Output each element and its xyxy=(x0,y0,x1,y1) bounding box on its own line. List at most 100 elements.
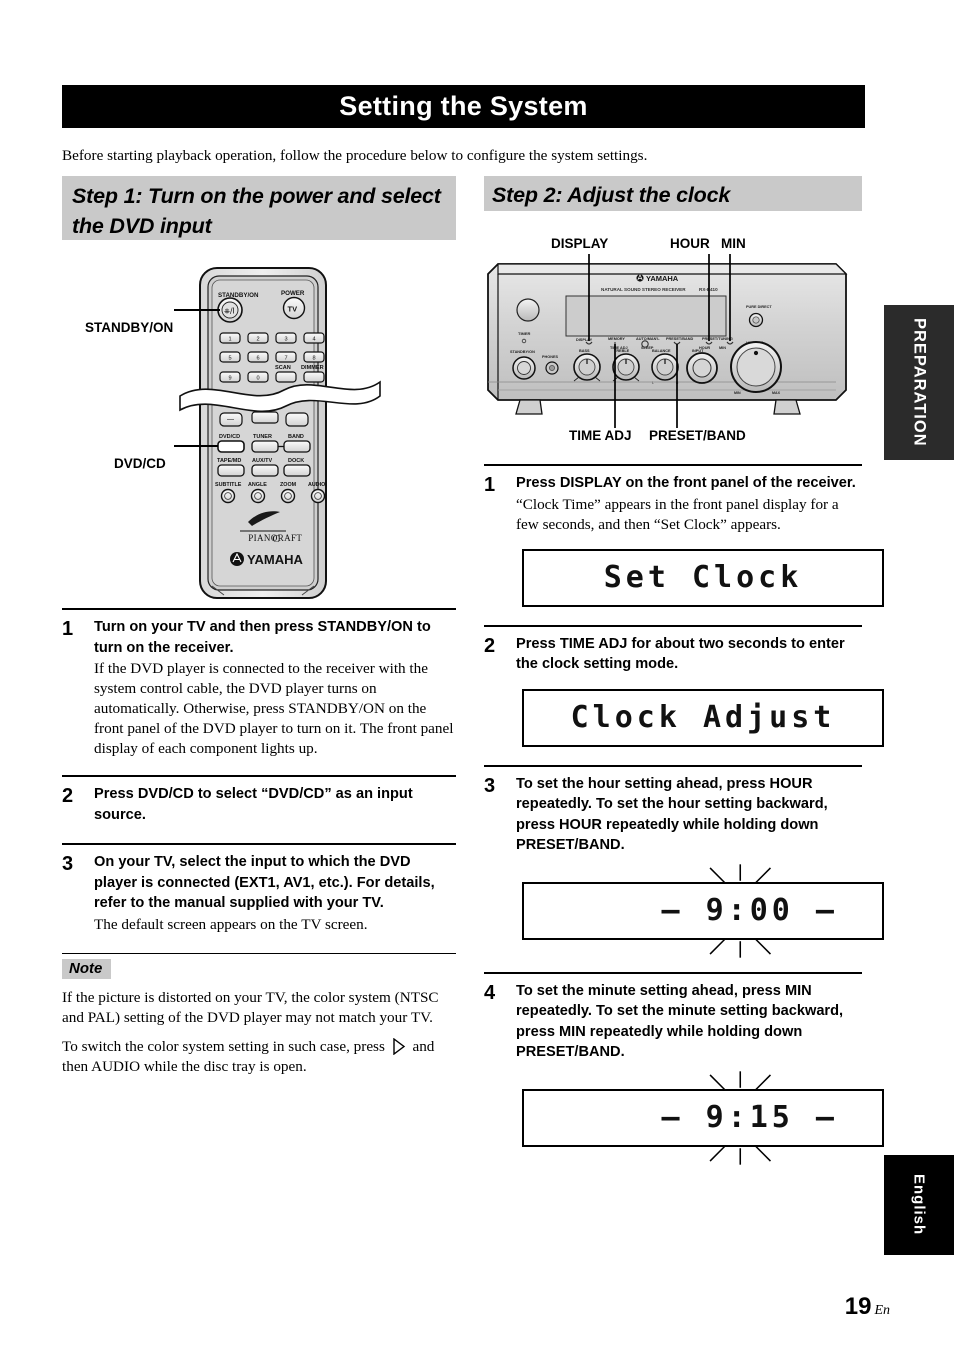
svg-text:C: C xyxy=(272,533,279,545)
step2-item-1: 1 Press DISPLAY on the front panel of th… xyxy=(484,464,884,611)
svg-text:TREBLE: TREBLE xyxy=(614,349,630,353)
svg-text:AUX/TV: AUX/TV xyxy=(252,458,273,464)
svg-text:3: 3 xyxy=(284,337,287,343)
callout-dvd-cd: DVD/CD xyxy=(114,456,166,471)
svg-text:YAMAHA: YAMAHA xyxy=(247,552,303,567)
callout-time-adj: TIME ADJ xyxy=(569,428,632,443)
lcd-display-hour: – 9:00 – xyxy=(522,881,884,940)
svg-text:DOCK: DOCK xyxy=(288,458,304,464)
svg-text:STANDBY/ON: STANDBY/ON xyxy=(510,350,535,354)
right-column: YAMAHA NATURAL SOUND STEREO RECEIVER RX-… xyxy=(484,232,884,1165)
note-paragraph-1: If the picture is distorted on your TV, … xyxy=(62,988,439,1026)
svg-text:RAFT: RAFT xyxy=(278,533,303,543)
note-p2-before: To switch the color system setting in su… xyxy=(62,1037,385,1055)
svg-text:BASS: BASS xyxy=(579,349,590,353)
step1-item-1-lead: Turn on your TV and then press STANDBY/O… xyxy=(94,619,431,656)
page-title: Setting the System xyxy=(339,91,588,121)
page-footer: 19 En xyxy=(0,1293,890,1321)
intro-paragraph: Before starting playback operation, foll… xyxy=(62,147,648,164)
note-paragraph-2: To switch the color system setting in su… xyxy=(62,1037,456,1077)
note-block: Note If the picture is distorted on your… xyxy=(62,952,456,1077)
step2-item-3-lead: To set the hour setting ahead, press HOU… xyxy=(516,775,828,854)
step1-item-1-number: 1 xyxy=(62,618,74,640)
svg-text:DISPLAY: DISPLAY xyxy=(576,338,593,342)
step1-item-1: 1 Turn on your TV and then press STANDBY… xyxy=(62,608,456,759)
svg-text:TUNER: TUNER xyxy=(253,434,272,440)
lcd-text-1: Set Clock xyxy=(603,560,803,595)
step1-item-3-number: 3 xyxy=(62,853,74,875)
step2-item-4-number: 4 xyxy=(484,981,496,1004)
step2-item-4-lead: To set the minute setting ahead, press M… xyxy=(516,982,844,1061)
svg-text:YAMAHA: YAMAHA xyxy=(646,274,679,283)
step2-item-2: 2 Press TIME ADJ for about two seconds t… xyxy=(484,624,884,751)
svg-text:TV: TV xyxy=(288,305,298,314)
step2-item-3-number: 3 xyxy=(484,774,496,797)
svg-text:BALANCE: BALANCE xyxy=(652,349,671,353)
note-divider xyxy=(62,952,456,954)
svg-text:9: 9 xyxy=(228,376,231,382)
svg-text:PURE DIRECT: PURE DIRECT xyxy=(746,305,772,309)
step1-item-2: 2 Press DVD/CD to select “DVD/CD” as an … xyxy=(62,775,456,825)
step2-item-2-number: 2 xyxy=(484,634,496,657)
callout-standby-on: STANDBY/ON xyxy=(85,320,174,335)
svg-text:SUBTITLE: SUBTITLE xyxy=(215,482,242,488)
svg-text:PHONES: PHONES xyxy=(542,355,559,359)
step1-item-2-lead: Press DVD/CD to select “DVD/CD” as an in… xyxy=(94,786,413,823)
side-tab-language[interactable]: English xyxy=(884,1155,954,1255)
step2-item-1-lead: Press DISPLAY on the front panel of the … xyxy=(516,475,856,491)
side-tab-preparation[interactable]: PREPARATION xyxy=(884,305,954,460)
play-triangle-icon xyxy=(392,1037,405,1055)
step1-heading: Step 1: Turn on the power and select the… xyxy=(62,176,456,240)
svg-text:SCAN: SCAN xyxy=(275,365,291,371)
step2-item-4: 4 To set the minute setting ahead, press… xyxy=(484,971,884,1165)
svg-text:NATURAL SOUND STEREO RECEIVER: NATURAL SOUND STEREO RECEIVER xyxy=(601,287,686,292)
lcd-wrap-4: – 9:15 – xyxy=(516,1070,884,1165)
svg-text:0: 0 xyxy=(256,376,259,382)
svg-text:5: 5 xyxy=(228,356,231,362)
svg-text:6: 6 xyxy=(256,356,259,362)
step1-item-3-sub: The default screen appears on the TV scr… xyxy=(94,915,368,933)
side-tab-preparation-label: PREPARATION xyxy=(910,318,929,447)
step2-item-1-number: 1 xyxy=(484,474,496,496)
step2-item-2-lead: Press TIME ADJ for about two seconds to … xyxy=(516,635,845,673)
step1-item-3-lead: On your TV, select the input to which th… xyxy=(94,854,435,911)
receiver-front-panel-illustration: YAMAHA NATURAL SOUND STEREO RECEIVER RX-… xyxy=(487,254,848,428)
svg-text:PRESET/TUNING: PRESET/TUNING xyxy=(702,337,733,341)
step2-item-3: 3 To set the hour setting ahead, press H… xyxy=(484,764,884,958)
svg-text:POWER: POWER xyxy=(281,290,305,297)
callout-hour: HOUR xyxy=(670,236,710,251)
left-column: STANDBY/ON ⎈/I POWER TV 1234 5 6 7 8 9 0… xyxy=(62,250,456,1077)
svg-text:DIMMER: DIMMER xyxy=(301,365,324,371)
lcd-text-3: – 9:00 – xyxy=(661,893,838,928)
svg-text:MIN: MIN xyxy=(734,391,741,395)
svg-text:1: 1 xyxy=(228,337,231,343)
step2-item-1-sub: “Clock Time” appears in the front panel … xyxy=(516,495,839,533)
svg-text:MIN: MIN xyxy=(719,346,726,350)
svg-text:STANDBY/ON: STANDBY/ON xyxy=(218,292,259,299)
svg-text:L: L xyxy=(652,381,654,385)
page-number-suffix: En xyxy=(874,1303,890,1318)
svg-text:AUTO/MAN'L: AUTO/MAN'L xyxy=(636,337,660,341)
step1-item-3: 3 On your TV, select the input to which … xyxy=(62,843,456,935)
page-title-bar: Setting the System xyxy=(62,85,865,128)
receiver-figure: YAMAHA NATURAL SOUND STEREO RECEIVER RX-… xyxy=(484,232,862,450)
svg-text:ANGLE: ANGLE xyxy=(248,482,267,488)
step1-item-2-number: 2 xyxy=(62,785,74,807)
step2-heading: Step 2: Adjust the clock xyxy=(484,176,862,211)
lcd-text-2: Clock Adjust xyxy=(570,700,836,735)
svg-text:MAX: MAX xyxy=(772,391,781,395)
callout-display: DISPLAY xyxy=(551,236,609,251)
svg-text:PRESET/BAND: PRESET/BAND xyxy=(666,337,693,341)
svg-text:⎈/I: ⎈/I xyxy=(224,307,235,316)
step1-item-1-sub: If the DVD player is connected to the re… xyxy=(94,660,454,757)
svg-text:TIMER: TIMER xyxy=(518,331,531,336)
lcd-wrap-1: Set Clock xyxy=(516,548,884,611)
lcd-wrap-3: – 9:00 – xyxy=(516,863,884,958)
page-number: 19 xyxy=(844,1293,872,1320)
svg-text:7: 7 xyxy=(284,356,287,362)
svg-text:TAPE/MD: TAPE/MD xyxy=(217,458,241,464)
svg-text:DVD/CD: DVD/CD xyxy=(219,434,240,440)
note-tag: Note xyxy=(62,958,112,979)
svg-text:MEMORY: MEMORY xyxy=(608,337,625,341)
lcd-display-clock-adjust: Clock Adjust xyxy=(522,688,884,747)
